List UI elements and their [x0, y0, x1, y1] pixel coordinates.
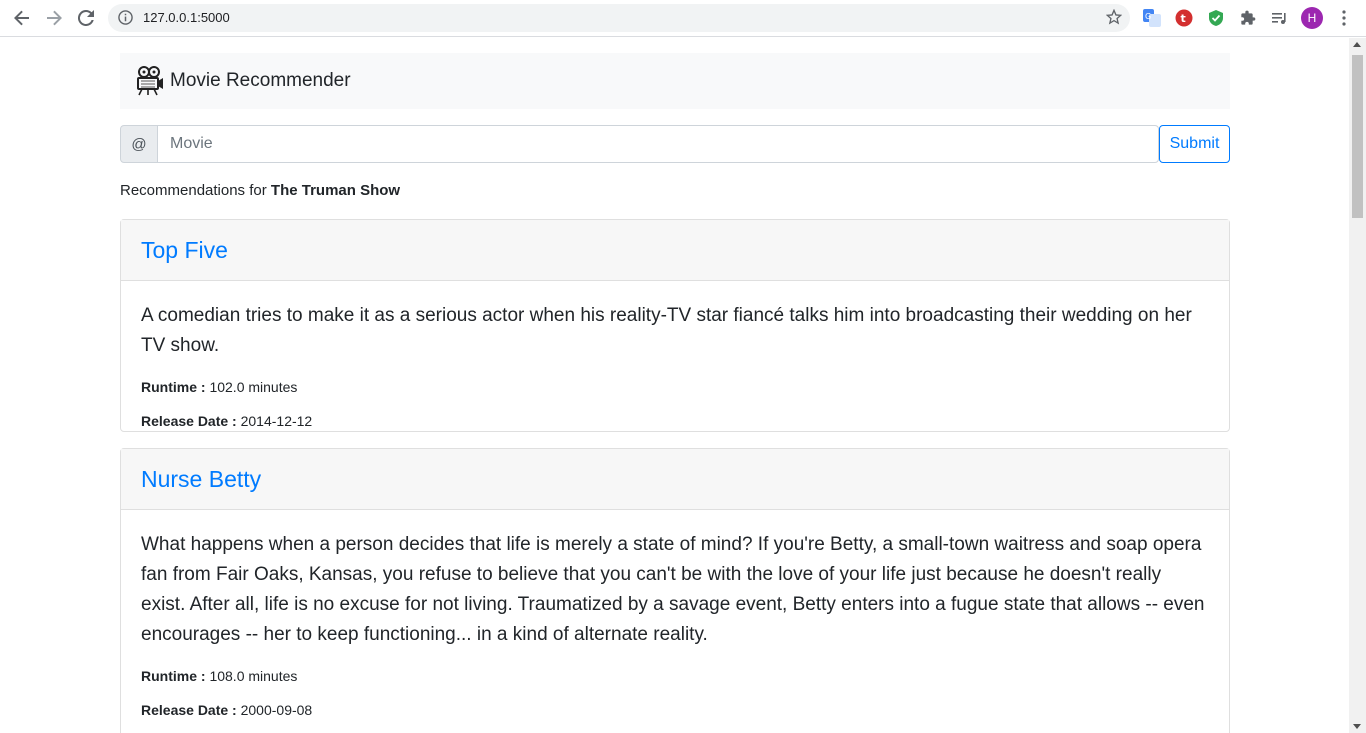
puzzle-extensions-icon[interactable] — [1238, 8, 1258, 28]
movie-title-link[interactable]: Top Five — [141, 237, 228, 264]
url-text: 127.0.0.1:5000 — [143, 10, 230, 25]
address-bar[interactable]: 127.0.0.1:5000 — [108, 4, 1130, 32]
card-body: What happens when a person decides that … — [121, 510, 1229, 718]
forward-button[interactable] — [41, 6, 67, 30]
profile-avatar[interactable]: H — [1301, 7, 1323, 29]
input-prefix: @ — [120, 125, 158, 163]
movie-runtime: Runtime : 102.0 minutes — [141, 379, 1209, 395]
movie-card: Top Five A comedian tries to make it as … — [120, 219, 1230, 432]
scroll-up-arrow-icon[interactable] — [1353, 42, 1361, 47]
card-body: A comedian tries to make it as a serious… — [121, 281, 1229, 429]
recommendations-heading: Recommendations for The Truman Show — [120, 182, 400, 199]
movie-card: Nurse Betty What happens when a person d… — [120, 448, 1230, 733]
runtime-value: 108.0 minutes — [209, 668, 298, 684]
page-viewport: Movie Recommender @ Submit Recommendatio… — [0, 38, 1349, 733]
arrow-left-icon — [14, 10, 29, 26]
t-extension-icon[interactable]: t — [1174, 8, 1194, 28]
recommendations-prefix: Recommendations for — [120, 182, 267, 199]
release-date-label: Release Date : — [141, 413, 237, 429]
arrow-right-icon — [47, 10, 62, 26]
source-movie-title: The Truman Show — [270, 182, 401, 199]
info-icon[interactable] — [118, 10, 133, 30]
translate-extension-icon[interactable]: G — [1142, 8, 1162, 28]
runtime-label: Runtime : — [141, 379, 206, 395]
movie-search-input[interactable] — [157, 125, 1159, 163]
reload-button[interactable] — [73, 6, 99, 30]
card-header: Nurse Betty — [121, 449, 1229, 510]
svg-text:G: G — [1145, 12, 1151, 21]
release-date-value: 2014-12-12 — [240, 413, 313, 429]
movie-runtime: Runtime : 108.0 minutes — [141, 668, 1209, 684]
back-button[interactable] — [9, 6, 35, 30]
movie-title-link[interactable]: Nurse Betty — [141, 466, 261, 493]
scrollbar-thumb[interactable] — [1352, 55, 1363, 218]
shield-extension-icon[interactable] — [1206, 8, 1226, 28]
reload-icon — [78, 10, 94, 26]
movie-camera-icon — [136, 66, 164, 101]
movie-release-date: Release Date : 2014-12-12 — [141, 413, 1209, 429]
app-navbar: Movie Recommender — [120, 53, 1230, 109]
card-header: Top Five — [121, 220, 1229, 281]
submit-button[interactable]: Submit — [1159, 125, 1230, 163]
media-playlist-icon[interactable] — [1270, 8, 1290, 28]
kebab-menu-icon[interactable] — [1334, 8, 1354, 28]
search-form: @ Submit — [120, 125, 1230, 163]
release-date-label: Release Date : — [141, 702, 237, 718]
movie-overview: What happens when a person decides that … — [141, 534, 1205, 645]
bookmark-star-icon[interactable] — [1105, 8, 1123, 30]
scroll-down-arrow-icon[interactable] — [1353, 724, 1361, 729]
runtime-label: Runtime : — [141, 668, 206, 684]
release-date-value: 2000-09-08 — [240, 702, 313, 718]
browser-toolbar: 127.0.0.1:5000 G t H — [0, 0, 1366, 37]
page-scrollbar[interactable] — [1349, 38, 1366, 733]
movie-overview: A comedian tries to make it as a serious… — [141, 305, 1192, 356]
svg-text:t: t — [1181, 12, 1186, 25]
runtime-value: 102.0 minutes — [209, 379, 298, 395]
app-brand[interactable]: Movie Recommender — [170, 70, 351, 92]
movie-release-date: Release Date : 2000-09-08 — [141, 702, 1209, 718]
